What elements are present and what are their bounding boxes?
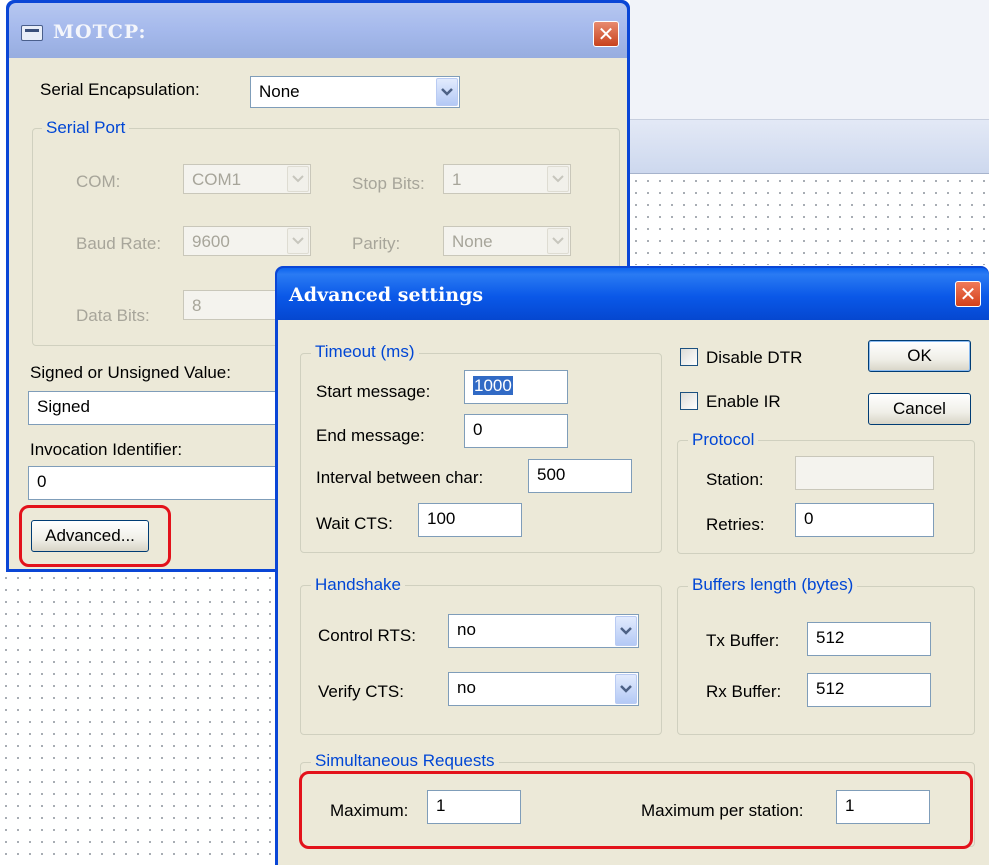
handshake-legend: Handshake	[311, 575, 406, 595]
highlight-outline-simultaneous	[299, 771, 973, 849]
chevron-down-icon	[547, 228, 569, 254]
buffers-group	[677, 586, 975, 735]
rx-buffer-label: Rx Buffer:	[706, 682, 782, 701]
start-message-field[interactable]: 1000	[464, 370, 568, 404]
station-field	[795, 456, 934, 490]
end-message-label: End message:	[316, 426, 425, 445]
com-value: COM1	[192, 170, 242, 189]
chevron-down-icon[interactable]	[436, 78, 458, 106]
data-bits-label: Data Bits:	[76, 306, 150, 325]
disable-dtr-checkbox[interactable]	[680, 348, 698, 366]
background-canvas-grid-left	[0, 572, 282, 865]
wait-cts-label: Wait CTS:	[316, 514, 393, 533]
stop-bits-dropdown: 1	[443, 164, 571, 194]
start-message-label: Start message:	[316, 382, 431, 401]
highlight-outline-advanced	[19, 505, 171, 567]
window-icon	[21, 25, 43, 41]
interval-field[interactable]: 500	[528, 459, 632, 493]
background-panel	[630, 0, 989, 120]
baud-rate-label: Baud Rate:	[76, 234, 162, 253]
chevron-down-icon[interactable]	[615, 674, 637, 704]
chevron-down-icon	[287, 228, 309, 254]
data-bits-value: 8	[192, 296, 202, 315]
chevron-down-icon	[547, 166, 569, 192]
retries-field[interactable]: 0	[795, 503, 934, 537]
close-icon[interactable]: ✕	[593, 21, 619, 47]
invocation-identifier-label: Invocation Identifier:	[30, 440, 183, 459]
motcp-title: MOTCP:	[53, 21, 147, 43]
chevron-down-icon	[287, 166, 309, 192]
verify-cts-label: Verify CTS:	[318, 682, 404, 701]
end-message-field[interactable]: 0	[464, 414, 568, 448]
cancel-button[interactable]: Cancel	[868, 393, 971, 425]
rx-buffer-field[interactable]: 512	[807, 673, 931, 707]
start-message-value: 1000	[473, 376, 513, 395]
tx-buffer-field[interactable]: 512	[807, 622, 931, 656]
data-bits-dropdown: 8	[183, 290, 283, 320]
enable-ir-label: Enable IR	[706, 392, 781, 411]
com-dropdown: COM1	[183, 164, 311, 194]
background-canvas-grid	[630, 175, 989, 265]
advanced-title: Advanced settings	[289, 284, 484, 306]
com-label: COM:	[76, 172, 121, 191]
handshake-group	[300, 585, 662, 735]
control-rts-dropdown[interactable]: no	[448, 614, 639, 648]
verify-cts-dropdown[interactable]: no	[448, 672, 639, 706]
tx-buffer-label: Tx Buffer:	[706, 631, 780, 650]
station-label: Station:	[706, 470, 764, 489]
baud-rate-dropdown: 9600	[183, 226, 311, 256]
enable-ir-checkbox[interactable]	[680, 392, 698, 410]
parity-value: None	[452, 232, 493, 251]
simultaneous-requests-legend: Simultaneous Requests	[311, 751, 499, 771]
control-rts-label: Control RTS:	[318, 626, 416, 645]
stop-bits-label: Stop Bits:	[352, 174, 425, 193]
signed-unsigned-label: Signed or Unsigned Value:	[30, 363, 231, 382]
control-rts-value: no	[457, 620, 476, 639]
serial-port-legend: Serial Port	[42, 118, 130, 138]
disable-dtr-label: Disable DTR	[706, 348, 803, 367]
chevron-down-icon[interactable]	[615, 616, 637, 646]
signed-unsigned-field[interactable]: Signed	[28, 391, 280, 425]
baud-rate-value: 9600	[192, 232, 230, 251]
close-icon[interactable]: ✕	[955, 281, 981, 307]
motcp-title-bar: MOTCP: ✕	[9, 3, 627, 58]
verify-cts-value: no	[457, 678, 476, 697]
advanced-title-bar: Advanced settings ✕	[277, 268, 989, 320]
parity-label: Parity:	[352, 234, 401, 253]
wait-cts-field[interactable]: 100	[418, 503, 522, 537]
background-toolbar-band	[630, 120, 989, 174]
interval-label: Interval between char:	[316, 468, 484, 487]
protocol-legend: Protocol	[688, 430, 759, 450]
timeout-legend: Timeout (ms)	[311, 342, 419, 362]
ok-button[interactable]: OK	[868, 340, 971, 372]
invocation-identifier-field[interactable]: 0	[28, 466, 280, 500]
retries-label: Retries:	[706, 515, 765, 534]
buffers-legend: Buffers length (bytes)	[688, 575, 858, 595]
serial-encapsulation-value: None	[259, 82, 300, 101]
serial-encapsulation-dropdown[interactable]: None	[250, 76, 460, 108]
stop-bits-value: 1	[452, 170, 462, 189]
serial-encapsulation-label: Serial Encapsulation:	[40, 80, 200, 99]
parity-dropdown: None	[443, 226, 571, 256]
